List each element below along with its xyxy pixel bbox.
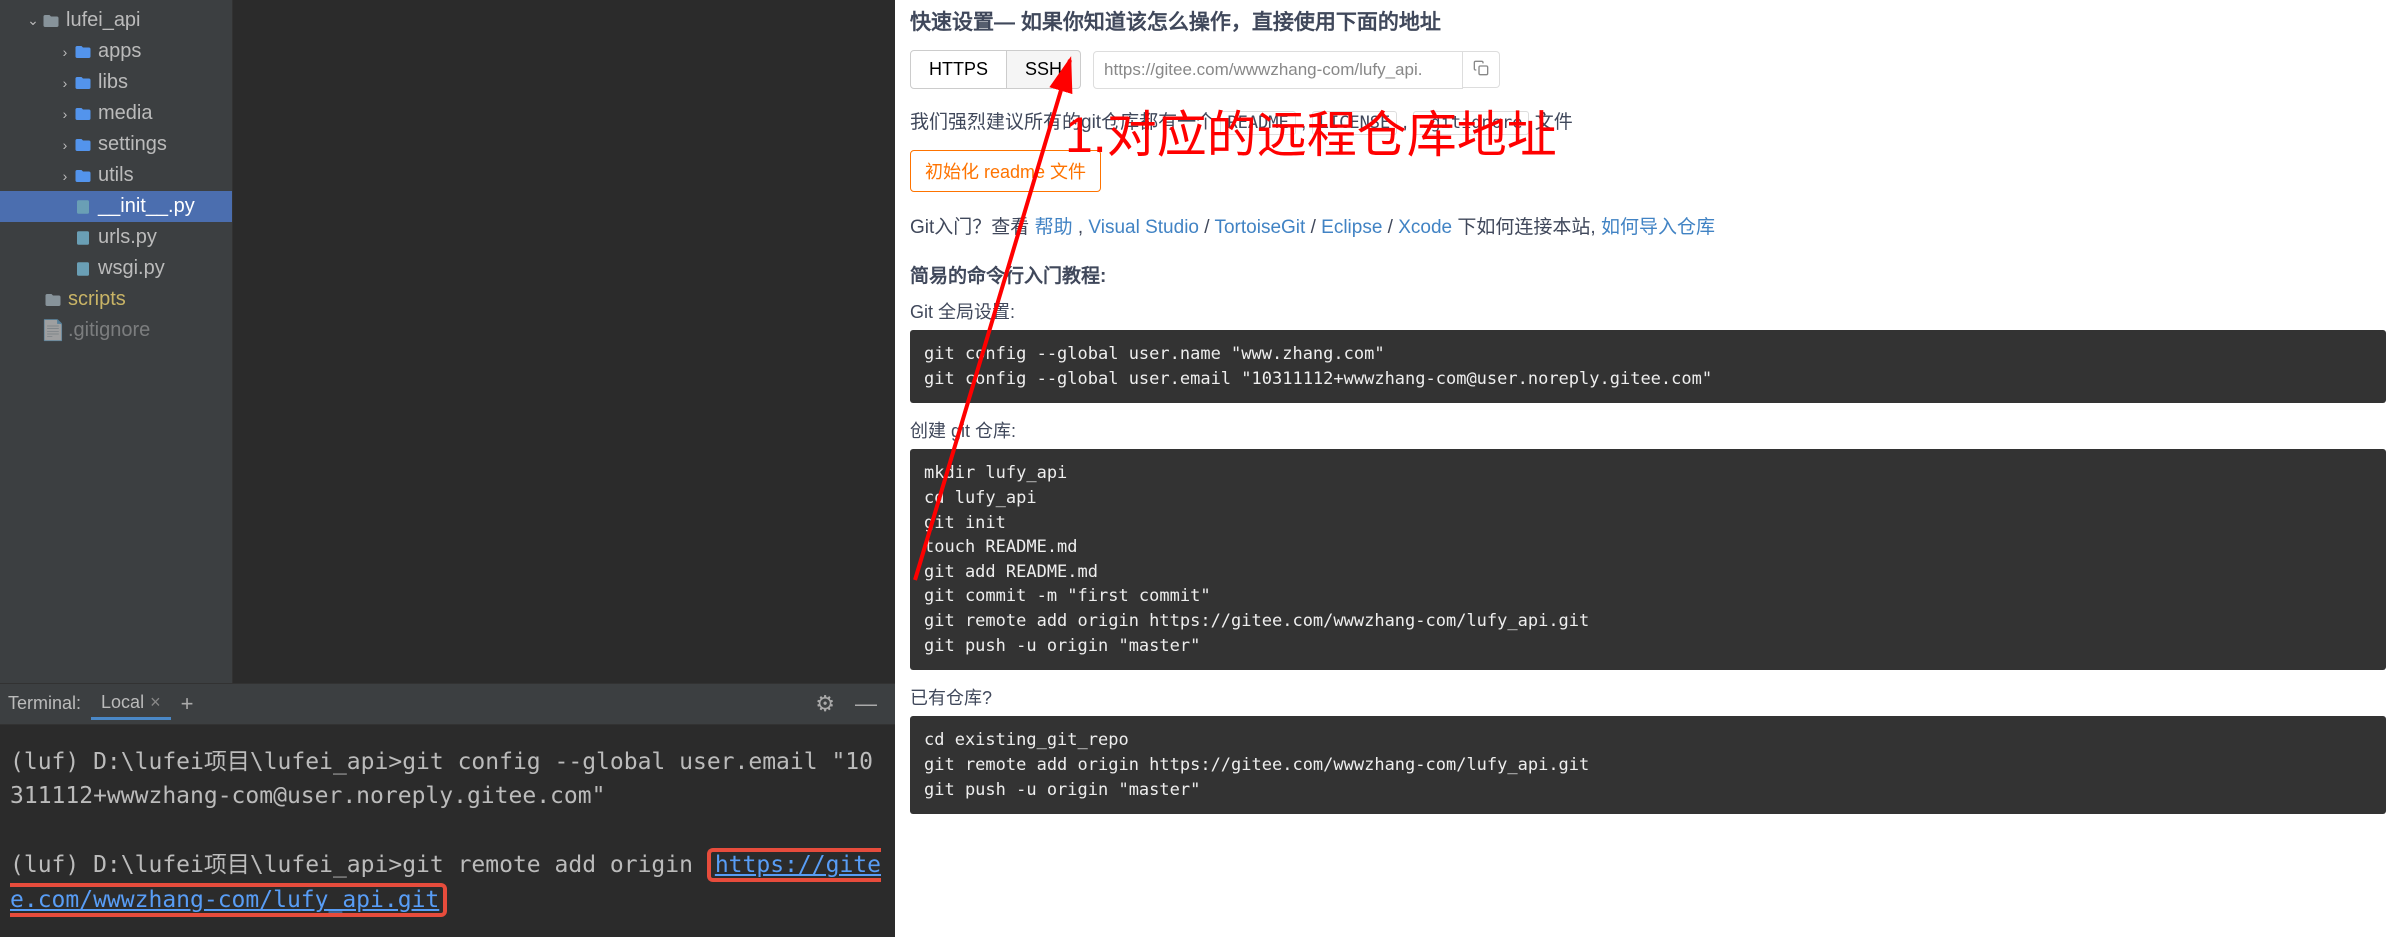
tree-label: settings (98, 133, 167, 156)
gear-icon[interactable]: ⚙ (805, 691, 845, 717)
tortoisegit-link[interactable]: TortoiseGit (1214, 217, 1305, 238)
folder-icon (74, 105, 92, 123)
tutorial-heading: 简易的命令行入门教程: (910, 261, 2386, 288)
folder-icon (74, 74, 92, 92)
chevron-right-icon: › (56, 106, 74, 122)
license-chip: LICENSE (1312, 111, 1398, 135)
close-icon[interactable]: × (150, 692, 161, 712)
tree-label: libs (98, 71, 128, 94)
tree-folder[interactable]: › media (0, 98, 232, 129)
exist-heading: 已有仓库? (910, 684, 2386, 710)
tree-folder[interactable]: scripts (0, 284, 232, 315)
quick-setup-title: 快速设置— 如果你知道该怎么操作，直接使用下面的地址 (910, 6, 2386, 36)
terminal-output[interactable]: (luf) D:\lufei项目\lufei_api>git config --… (0, 725, 895, 937)
terminal-bar: Terminal: Local× + ⚙ — (0, 683, 895, 725)
python-file-icon (74, 229, 92, 247)
tree-label: lufei_api (66, 9, 141, 32)
xcode-link[interactable]: Xcode (1398, 217, 1452, 238)
gitee-panel: 快速设置— 如果你知道该怎么操作，直接使用下面的地址 HTTPS SSH 我们强… (895, 0, 2401, 937)
terminal-tab[interactable]: Local× (91, 688, 171, 720)
folder-icon (74, 43, 92, 61)
import-link[interactable]: 如何导入仓库 (1601, 217, 1715, 238)
terminal-title: Terminal: (8, 693, 91, 714)
add-terminal-button[interactable]: + (171, 691, 204, 717)
repo-url-input[interactable] (1093, 51, 1463, 89)
chevron-right-icon: › (56, 137, 74, 153)
folder-icon (74, 167, 92, 185)
tree-label: media (98, 102, 152, 125)
create-heading: 创建 git 仓库: (910, 417, 2386, 443)
tree-file[interactable]: __init__.py (0, 191, 232, 222)
vs-link[interactable]: Visual Studio (1088, 217, 1199, 238)
file-tree[interactable]: ⌄ lufei_api › apps › libs › media › settings… (0, 0, 232, 683)
python-file-icon (74, 260, 92, 278)
readme-chip: README (1220, 111, 1295, 135)
tree-folder[interactable]: › apps (0, 36, 232, 67)
editor-area[interactable] (232, 0, 895, 683)
tree-folder[interactable]: › libs (0, 67, 232, 98)
https-button[interactable]: HTTPS (910, 50, 1007, 89)
tree-folder[interactable]: › settings (0, 129, 232, 160)
tree-label: urls.py (98, 226, 157, 249)
suggest-text: 我们强烈建议所有的git仓库都有一个 README , LICENSE , .g… (910, 107, 2386, 134)
tree-label: utils (98, 164, 134, 187)
tree-folder[interactable]: › utils (0, 160, 232, 191)
global-heading: Git 全局设置: (910, 298, 2386, 324)
tree-label: apps (98, 40, 141, 63)
folder-icon (44, 291, 62, 309)
chevron-right-icon: › (56, 75, 74, 91)
global-code[interactable]: git config --global user.name "www.zhang… (910, 330, 2386, 403)
exist-code[interactable]: cd existing_git_repo git remote add orig… (910, 716, 2386, 814)
file-icon: 📄 (44, 322, 62, 340)
tree-file[interactable]: urls.py (0, 222, 232, 253)
help-link[interactable]: 帮助 (1035, 217, 1073, 238)
tree-label: scripts (68, 288, 126, 311)
copy-button[interactable] (1463, 51, 1500, 88)
create-code[interactable]: mkdir lufy_api cd lufy_api git init touc… (910, 449, 2386, 670)
tree-file[interactable]: wsgi.py (0, 253, 232, 284)
help-line: Git入门？查看 帮助 , Visual Studio / TortoiseGi… (910, 212, 2386, 239)
tree-label: wsgi.py (98, 257, 165, 280)
init-readme-button[interactable]: 初始化 readme 文件 (910, 150, 1101, 192)
tree-file[interactable]: 📄 .gitignore (0, 315, 232, 346)
minimize-icon[interactable]: — (845, 691, 887, 717)
ssh-button[interactable]: SSH (1007, 50, 1081, 89)
chevron-right-icon: › (56, 44, 74, 60)
chevron-down-icon: ⌄ (24, 12, 42, 29)
folder-icon (74, 136, 92, 154)
eclipse-link[interactable]: Eclipse (1321, 217, 1382, 238)
tree-label: __init__.py (98, 195, 195, 218)
chevron-right-icon: › (56, 168, 74, 184)
folder-icon (42, 12, 60, 30)
python-file-icon (74, 198, 92, 216)
tree-label: .gitignore (68, 319, 150, 342)
tree-root[interactable]: ⌄ lufei_api (0, 5, 232, 36)
gitignore-chip: .gitignore (1413, 111, 1529, 135)
ide-panel: ⌄ lufei_api › apps › libs › media › settings… (0, 0, 895, 937)
